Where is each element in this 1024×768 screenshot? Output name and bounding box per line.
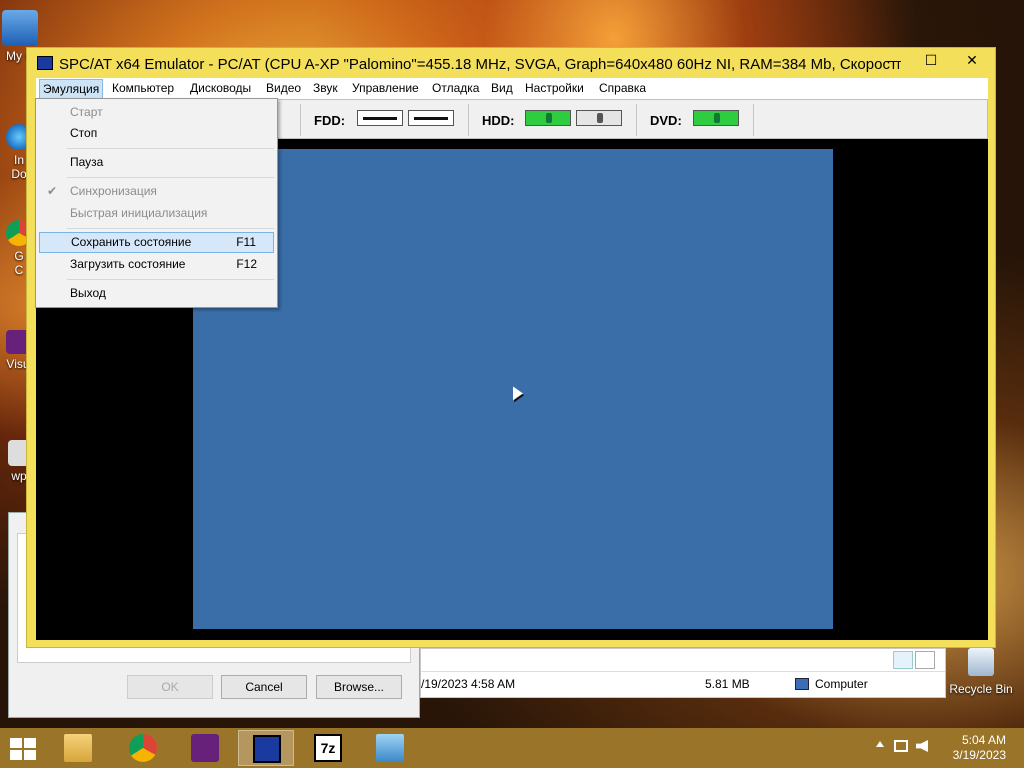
hdd-secondary-drive-icon[interactable]: [576, 110, 622, 126]
menu-item-label: Сохранить состояние: [71, 235, 192, 249]
taskbar-spc-at-emulator[interactable]: [238, 730, 294, 766]
menu-view[interactable]: Вид: [491, 81, 513, 95]
taskbar-7zip[interactable]: 7z: [300, 730, 356, 766]
menu-video[interactable]: Видео: [266, 81, 301, 95]
ok-button[interactable]: OK: [127, 675, 213, 699]
fdd-a-drive-icon[interactable]: [357, 110, 403, 126]
guest-screen[interactable]: [193, 149, 833, 629]
dvd-label: DVD:: [650, 113, 682, 128]
fdd-label: FDD:: [314, 113, 346, 128]
folder-icon: [64, 734, 92, 762]
toolbar-separator: [753, 104, 754, 136]
close-button[interactable]: ✕: [949, 48, 995, 72]
menu-separator: [67, 228, 274, 229]
menu-separator: [67, 177, 274, 178]
recycle-bin-label: Recycle Bin: [949, 682, 1013, 696]
menu-item-shortcut: F11: [236, 235, 256, 249]
desktop-icon-label: In Do: [11, 153, 27, 181]
file-size: 5.81 MB: [705, 677, 750, 691]
emulator-app-icon: [37, 56, 53, 70]
menu-item-label: Пауза: [70, 155, 104, 169]
background-explorer-window: /19/2023 4:58 AM 5.81 MB Computer: [420, 648, 946, 698]
file-location: Computer: [815, 677, 868, 691]
menu-item-label: Старт: [70, 105, 103, 119]
chrome-icon: [129, 734, 157, 762]
clock-date: 3/19/2023: [952, 748, 1006, 762]
taskbar-remote-desktop[interactable]: [362, 730, 418, 766]
minimize-button[interactable]: —: [877, 48, 911, 72]
menu-item-label: Стоп: [70, 126, 98, 140]
taskbar: 7z 5:04 AM 3/19/2023: [0, 728, 1024, 768]
checkmark-icon: ✔: [47, 184, 58, 198]
menu-item-shortcut: F12: [236, 257, 257, 271]
visual-studio-icon: [191, 734, 219, 762]
taskbar-file-explorer[interactable]: [50, 730, 106, 766]
menu-drives[interactable]: Дисководы: [190, 81, 251, 95]
menu-separator: [67, 148, 274, 149]
cancel-button[interactable]: Cancel: [221, 675, 307, 699]
hdd-label: HDD:: [482, 113, 515, 128]
menu-bar: Эмуляция Компьютер Дисководы Видео Звук …: [36, 78, 988, 99]
recycle-bin-icon: [968, 648, 994, 676]
network-icon[interactable]: [894, 740, 908, 752]
menu-item-label: Загрузить состояние: [70, 257, 186, 271]
taskbar-google-chrome[interactable]: [115, 730, 171, 766]
menu-item-synchronization[interactable]: ✔ Синхронизация: [39, 181, 274, 202]
menu-settings[interactable]: Настройки: [525, 81, 584, 95]
mouse-cursor-icon: [513, 386, 523, 408]
menu-control[interactable]: Управление: [352, 81, 419, 95]
dvd-drive-icon[interactable]: [693, 110, 739, 126]
browse-button[interactable]: Browse...: [316, 675, 402, 699]
menu-item-fast-init[interactable]: Быстрая инициализация: [39, 203, 274, 224]
title-bar[interactable]: SPC/AT x64 Emulator - PC/AT (CPU A-XP "P…: [27, 48, 995, 78]
menu-sound[interactable]: Звук: [313, 81, 338, 95]
menu-debug[interactable]: Отладка: [432, 81, 479, 95]
menu-item-label: Быстрая инициализация: [70, 206, 208, 220]
menu-item-label: Синхронизация: [70, 184, 157, 198]
window-title: SPC/AT x64 Emulator - PC/AT (CPU A-XP "P…: [59, 56, 899, 73]
large-icons-view-icon[interactable]: [915, 651, 935, 669]
emulator-monitor-icon: [253, 735, 281, 763]
desktop-icon-label: G C: [14, 249, 24, 277]
volume-icon[interactable]: [916, 740, 928, 752]
start-button[interactable]: [8, 736, 38, 762]
file-row[interactable]: /19/2023 4:58 AM 5.81 MB Computer: [421, 671, 945, 697]
menu-item-start[interactable]: Старт: [39, 102, 274, 123]
emulation-menu-dropdown: Старт Стоп Пауза ✔ Синхронизация Быстрая…: [35, 98, 278, 308]
toolbar-separator: [636, 104, 637, 136]
fdd-b-drive-icon[interactable]: [408, 110, 454, 126]
computer-icon: [2, 10, 38, 46]
system-tray: 5:04 AM 3/19/2023: [874, 728, 1024, 768]
computer-icon: [795, 678, 809, 690]
show-hidden-icons-icon[interactable]: [876, 741, 884, 747]
taskbar-clock[interactable]: 5:04 AM 3/19/2023: [946, 733, 1006, 763]
menu-item-stop[interactable]: Стоп: [39, 123, 274, 144]
hdd-primary-drive-icon[interactable]: [525, 110, 571, 126]
menu-item-pause[interactable]: Пауза: [39, 152, 274, 173]
menu-help[interactable]: Справка: [599, 81, 646, 95]
desktop-icon-recycle-bin[interactable]: Recycle Bin: [946, 648, 1016, 696]
menu-item-exit[interactable]: Выход: [39, 283, 274, 304]
toolbar-separator: [300, 104, 301, 136]
clock-time: 5:04 AM: [961, 733, 1006, 747]
menu-item-load-state[interactable]: Загрузить состояние F12: [39, 254, 274, 275]
menu-item-label: Выход: [70, 286, 106, 300]
menu-item-save-state[interactable]: Сохранить состояние F11: [39, 232, 274, 253]
menu-separator: [67, 279, 274, 280]
maximize-button[interactable]: ☐: [914, 48, 948, 72]
7zip-icon: 7z: [314, 734, 342, 762]
desktop-icon-label: wp: [11, 469, 27, 483]
toolbar-separator: [468, 104, 469, 136]
file-date: /19/2023 4:58 AM: [421, 677, 516, 691]
windows-logo-icon: [10, 738, 36, 760]
taskbar-visual-studio[interactable]: [177, 730, 233, 766]
remote-desktop-icon: [376, 734, 404, 762]
details-view-icon[interactable]: [893, 651, 913, 669]
menu-emulation[interactable]: Эмуляция: [39, 79, 104, 99]
menu-computer[interactable]: Компьютер: [112, 81, 174, 95]
